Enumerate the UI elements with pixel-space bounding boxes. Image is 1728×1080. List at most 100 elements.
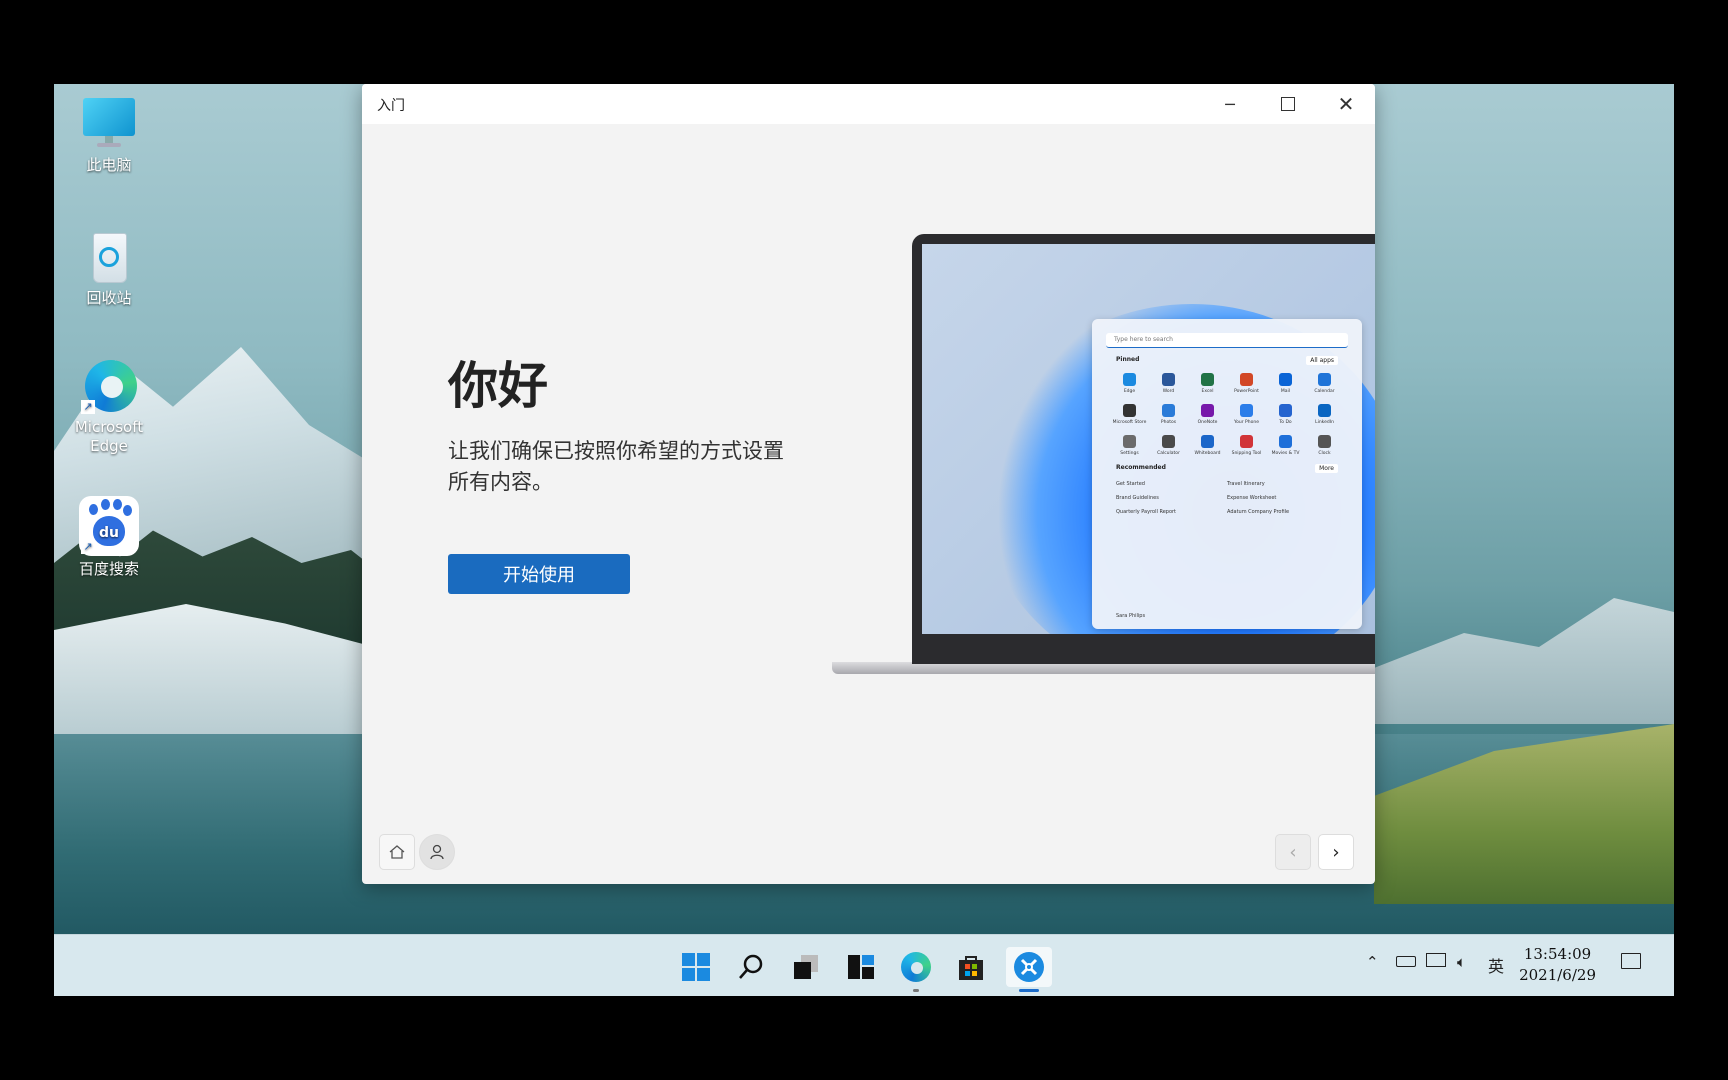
start-menu-preview: Type here to search Pinned All apps Edge… [1092,319,1362,629]
pinned-app: Snipping Tool [1227,435,1266,456]
input-language[interactable]: 英 [1488,953,1504,977]
window-titlebar[interactable]: 入门 ─ ✕ [362,84,1375,124]
pinned-app-label: PowerPoint [1234,389,1259,394]
desktop-icon-edge[interactable]: ↗ Microsoft Edge [64,358,154,456]
minimize-button[interactable]: ─ [1201,84,1259,124]
app-tile-icon [1123,435,1136,448]
app-tile-icon [1123,404,1136,417]
store-icon[interactable] [951,947,991,987]
network-icon[interactable] [1426,953,1446,971]
app-tile-icon [1318,373,1331,386]
recycle-bin-icon [81,229,137,285]
person-icon [430,844,444,860]
back-button[interactable]: ‹ [1275,834,1311,870]
recommended-item: Adatum Company Profile [1227,509,1290,515]
app-tile-icon [1279,373,1292,386]
desktop-icon-this-pc[interactable]: 此电脑 [64,96,154,175]
pinned-app: Photos [1149,404,1188,425]
wallpaper-hills [1374,598,1674,724]
pinned-app-label: Settings [1120,451,1139,456]
pinned-app-label: OneNote [1197,420,1218,425]
close-button[interactable]: ✕ [1317,84,1375,124]
pinned-app: Edge [1110,373,1149,394]
get-started-window: 入门 ─ ✕ 你好 让我们确保已按照你希望的方式设置所有内容。 开始使用 Typ… [362,84,1375,884]
account-button[interactable] [419,834,455,870]
clock-date: 2021/6/29 [1519,966,1596,984]
pinned-app: LinkedIn [1305,404,1344,425]
pinned-app: Word [1149,373,1188,394]
recommended-item: Get Started [1116,481,1145,487]
pinned-app-label: Excel [1201,389,1214,394]
minimize-icon: ─ [1225,94,1235,114]
recommended-item: Expense Worksheet [1227,495,1277,501]
window-title: 入门 [377,98,405,114]
app-tile-icon [1279,435,1292,448]
widgets-icon[interactable] [841,947,881,987]
store-bag-icon [959,956,983,980]
app-tile-icon [1123,373,1136,386]
search-icon[interactable] [731,947,771,987]
recommended-item: Travel Itinerary [1227,481,1265,487]
chevron-up-icon[interactable]: ⌃ [1366,953,1379,971]
desktop-icon-label: Microsoft Edge [74,418,144,455]
pinned-app: Calendar [1305,373,1344,394]
pinned-app-label: To Do [1279,420,1292,425]
recommended-list: Get Started Travel Itinerary Brand Guide… [1116,481,1338,515]
edge-icon[interactable] [896,947,936,992]
edge-logo-icon [901,952,931,982]
pinned-app-label: Clock [1318,451,1331,456]
maximize-icon [1281,97,1295,111]
app-tile-icon [1162,404,1175,417]
pinned-app-label: Calculator [1157,451,1180,456]
all-apps-button: All apps [1306,356,1338,365]
app-tile-icon [1279,404,1292,417]
pinned-app: Mail [1266,373,1305,394]
laptop-lid: Type here to search Pinned All apps Edge… [912,234,1375,664]
pinned-apps-grid: Edge Word Excel PowerPoint Mail Calendar Micro… [1110,373,1344,456]
pinned-app-label: Mail [1280,389,1291,394]
pinned-app: Calculator [1149,435,1188,456]
task-view-icon[interactable] [786,947,826,987]
app-tile-icon [1201,404,1214,417]
pinned-heading: Pinned [1116,356,1140,363]
pinned-app: Movies & TV [1266,435,1305,456]
start-button[interactable]: 开始使用 [448,554,630,594]
close-icon: ✕ [1337,92,1355,116]
edge-icon: ↗ [81,358,137,414]
app-tile-icon [1162,373,1175,386]
volume-icon[interactable]: 🔈︎ [1457,953,1466,971]
pinned-app: Microsoft Store [1110,404,1149,425]
recommended-heading: Recommended [1116,464,1166,471]
maximize-button[interactable] [1259,84,1317,124]
app-tile-icon [1201,435,1214,448]
pinned-app: Excel [1188,373,1227,394]
app-tile-icon [1240,373,1253,386]
start-search-box: Type here to search [1106,333,1348,348]
pinned-app-label: Microsoft Store [1112,420,1147,425]
clock-time: 13:54:09 [1523,945,1592,963]
home-icon [389,845,405,859]
pinned-app: Your Phone [1227,404,1266,425]
pinned-app-label: Edge [1123,389,1136,394]
windows-logo-icon [682,953,710,981]
pinned-app-label: Photos [1160,420,1177,425]
desktop-icon-recycle-bin[interactable]: 回收站 [64,229,154,308]
recommended-item: Brand Guidelines [1116,495,1159,501]
home-button[interactable] [379,834,415,870]
pinned-app: Whiteboard [1188,435,1227,456]
desktop-icon-baidu[interactable]: du ↗ 百度搜索 [64,496,154,579]
task-view-glyph-icon [794,955,818,979]
app-tile-icon [1240,435,1253,448]
baidu-paw-icon: du ↗ [79,496,139,556]
monitor-icon [81,96,137,152]
next-button[interactable]: › [1318,834,1354,870]
taskbar: ⌃ 🔈︎ 英 13:54:09 2021/6/29 [54,934,1674,996]
start-icon[interactable] [676,947,716,987]
clock[interactable]: 13:54:09 2021/6/29 [1519,944,1596,986]
get-started-icon[interactable] [1006,947,1052,992]
app-tile-icon [1162,435,1175,448]
notification-icon[interactable] [1621,953,1641,973]
battery-icon[interactable] [1396,953,1416,971]
pinned-app: PowerPoint [1227,373,1266,394]
pinned-app: OneNote [1188,404,1227,425]
